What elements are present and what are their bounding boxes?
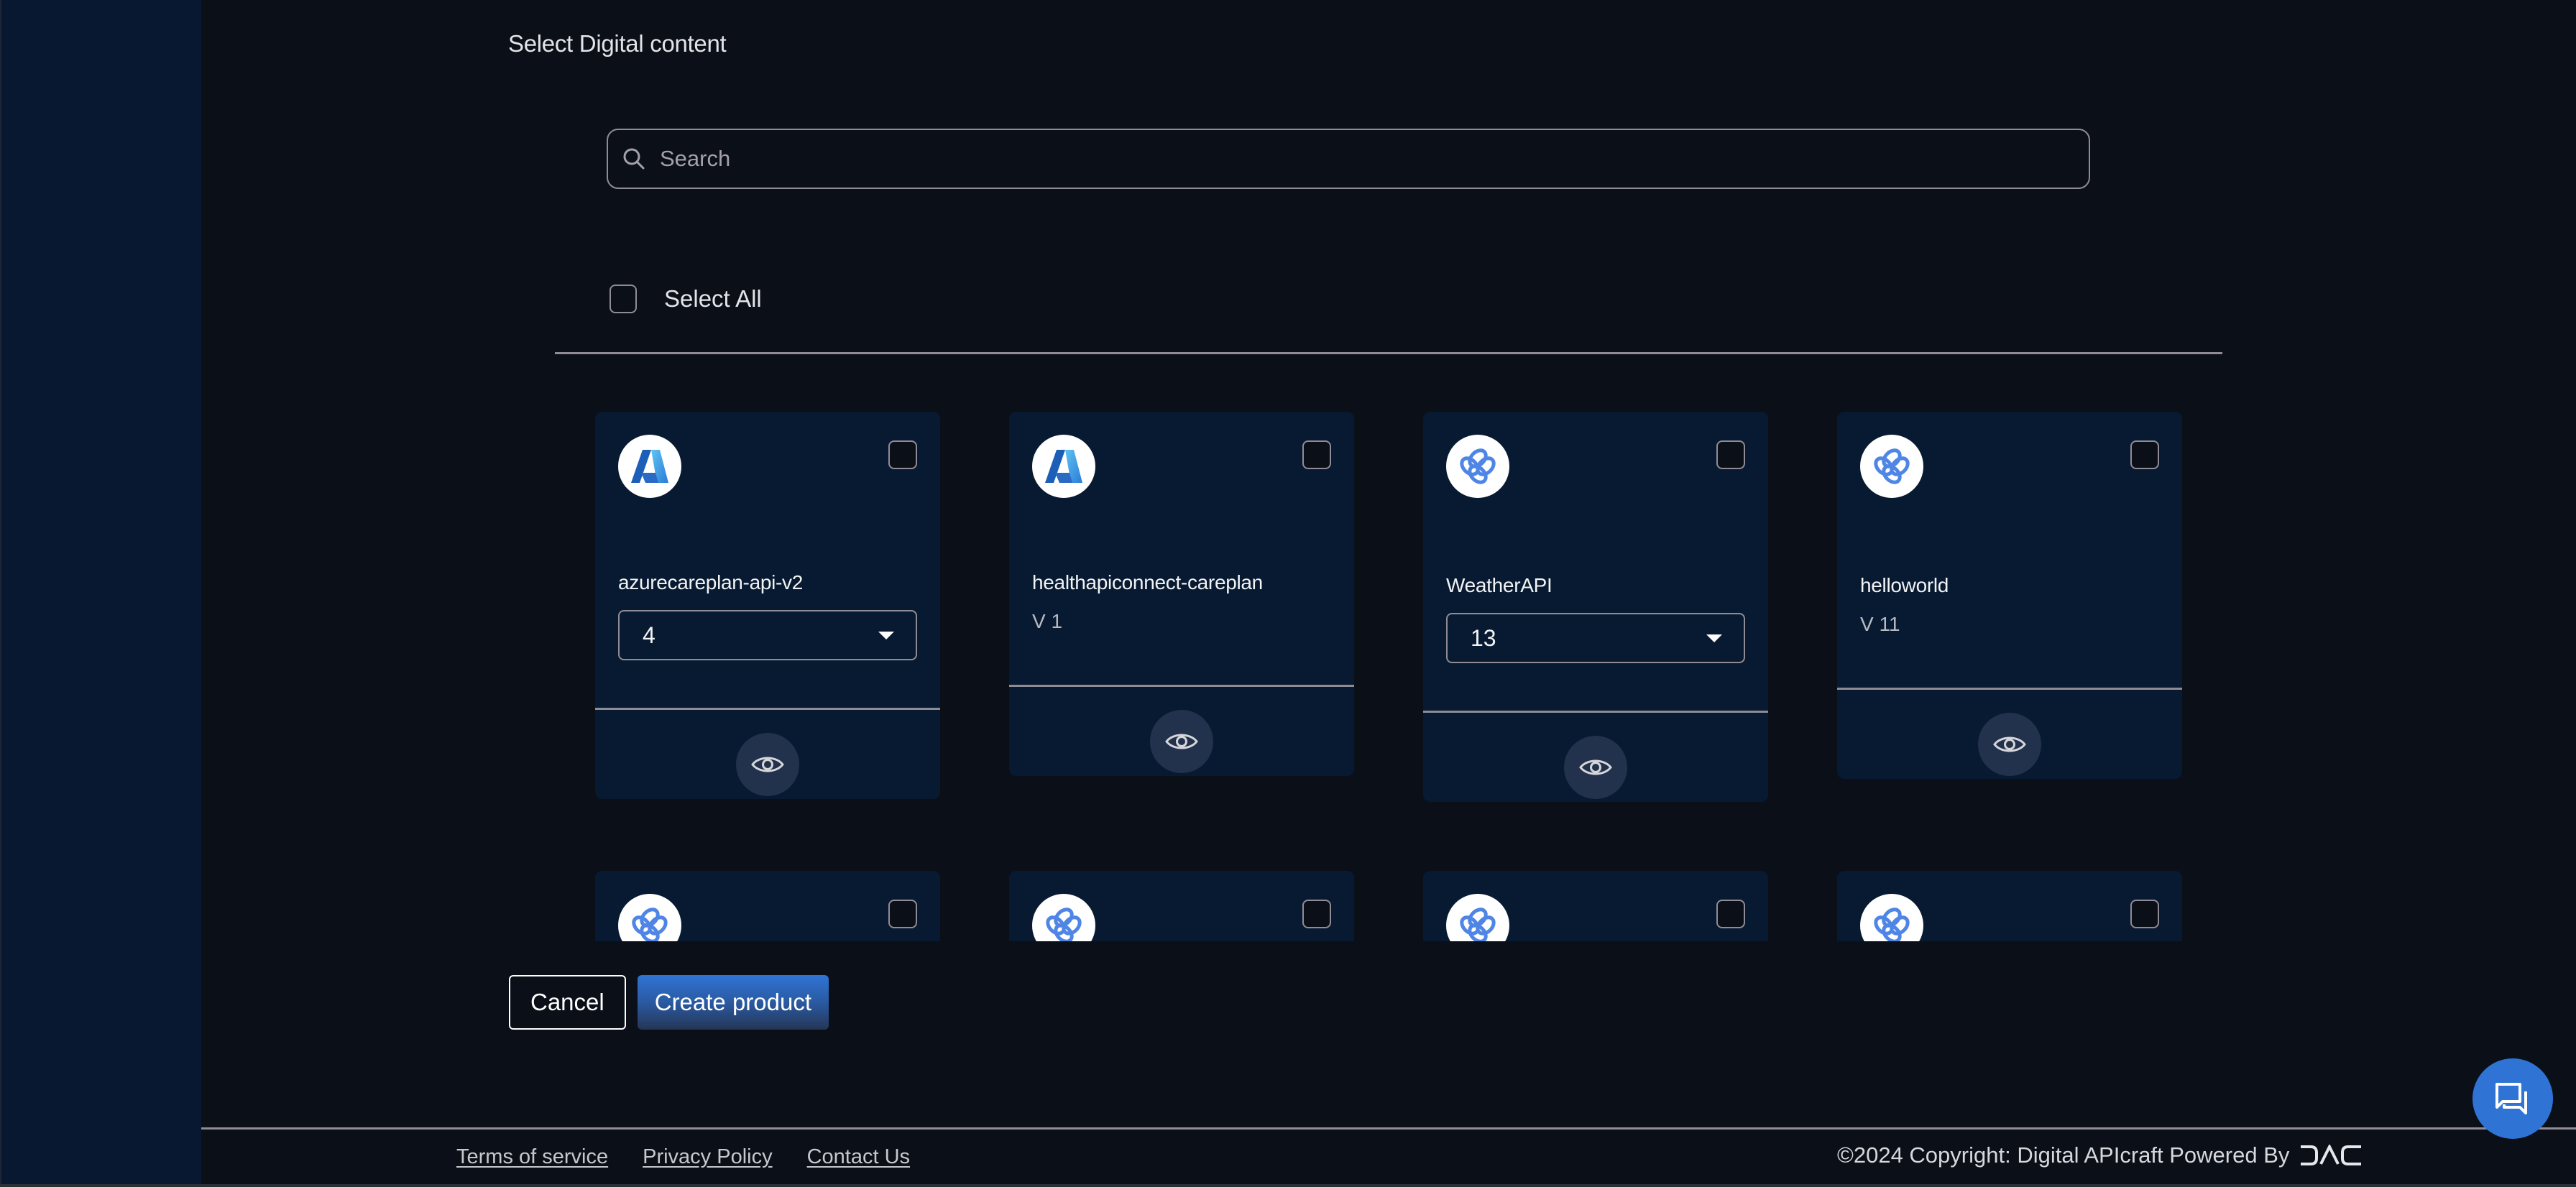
api-gateway-logo-icon	[1446, 435, 1509, 498]
api-gateway-logo-icon	[1032, 894, 1095, 941]
version-dropdown[interactable]: 13	[1446, 613, 1745, 663]
api-gateway-logo-icon	[1860, 894, 1923, 941]
version-dropdown[interactable]: 4	[618, 610, 917, 660]
create-product-button[interactable]: Create product	[637, 975, 829, 1030]
azure-logo-icon	[1032, 435, 1095, 498]
footer-divider	[201, 1127, 2576, 1130]
preview-button[interactable]	[1150, 710, 1213, 773]
preview-button[interactable]	[736, 733, 799, 796]
eye-icon	[1165, 734, 1198, 749]
version-value: 4	[643, 622, 656, 648]
card-checkbox[interactable]	[1302, 440, 1331, 469]
terms-of-service-link[interactable]: Terms of service	[456, 1145, 608, 1169]
api-gateway-logo-icon	[1446, 894, 1509, 941]
sidebar	[0, 0, 201, 1187]
eye-icon	[751, 757, 784, 772]
api-gateway-logo-icon	[1860, 435, 1923, 498]
contact-us-link[interactable]: Contact Us	[807, 1145, 910, 1169]
search-input[interactable]	[660, 146, 2025, 172]
eye-icon	[1579, 759, 1612, 775]
card-checkbox[interactable]	[2130, 440, 2159, 469]
eye-icon	[1993, 736, 2026, 752]
azure-logo-icon	[618, 435, 681, 498]
api-gateway-logo-icon	[618, 894, 681, 941]
version-value: 13	[1471, 624, 1496, 651]
window-bottom-edge	[0, 1184, 2576, 1187]
card-title: azurecareplan-api-v2	[618, 571, 804, 594]
footer-links: Terms of service Privacy Policy Contact …	[456, 1145, 910, 1169]
version-label: V 11	[1860, 613, 1900, 635]
content-card[interactable]: helloworld V 11	[1837, 412, 2182, 779]
card-separator	[595, 708, 940, 710]
chevron-down-icon	[878, 631, 894, 639]
card-checkbox[interactable]	[2130, 900, 2159, 928]
content-card[interactable]	[1009, 871, 1354, 941]
card-checkbox[interactable]	[1716, 440, 1745, 469]
content-card[interactable]: healthapiconnect-careplan V 1	[1009, 412, 1354, 776]
card-title: healthapiconnect-careplan	[1032, 571, 1263, 594]
dac-logo-icon	[2301, 1145, 2362, 1165]
page-title: Select Digital content	[508, 30, 727, 57]
version-label: V 1	[1032, 610, 1063, 632]
privacy-policy-link[interactable]: Privacy Policy	[643, 1145, 773, 1169]
card-checkbox[interactable]	[1302, 900, 1331, 928]
content-card[interactable]	[595, 871, 940, 941]
preview-button[interactable]	[1978, 713, 2041, 776]
copyright-text: ©2024 Copyright: Digital APIcraft Powere…	[1837, 1142, 2290, 1168]
preview-button[interactable]	[1564, 736, 1627, 799]
content-card[interactable]	[1837, 871, 2182, 941]
search-icon	[623, 148, 645, 170]
card-separator	[1009, 685, 1354, 687]
card-checkbox[interactable]	[888, 440, 917, 469]
form-actions: Cancel Create product	[509, 975, 829, 1030]
content-card[interactable]: azurecareplan-api-v2 4	[595, 412, 940, 799]
card-title: helloworld	[1860, 574, 1949, 596]
chevron-down-icon	[1706, 634, 1722, 642]
select-all-checkbox[interactable]	[610, 285, 637, 313]
content-card[interactable]	[1423, 871, 1768, 941]
select-all[interactable]: Select All	[610, 285, 762, 313]
divider	[555, 352, 2222, 354]
search-box[interactable]	[607, 129, 2090, 189]
card-checkbox[interactable]	[1716, 900, 1745, 928]
copyright: ©2024 Copyright: Digital APIcraft Powere…	[1837, 1142, 2363, 1168]
content-grid[interactable]: azurecareplan-api-v2 4 healthapiconnect-…	[595, 402, 2205, 941]
card-title: WeatherAPI	[1446, 574, 1552, 596]
card-separator	[1837, 688, 2182, 690]
chat-icon	[2496, 1083, 2527, 1114]
content-card[interactable]: WeatherAPI 13	[1423, 412, 1768, 802]
select-all-label: Select All	[664, 285, 762, 312]
main-content: Select Digital content Select All	[201, 0, 2576, 1187]
cancel-button[interactable]: Cancel	[509, 975, 626, 1030]
card-checkbox[interactable]	[888, 900, 917, 928]
chat-button[interactable]	[2472, 1058, 2553, 1139]
card-separator	[1423, 711, 1768, 713]
